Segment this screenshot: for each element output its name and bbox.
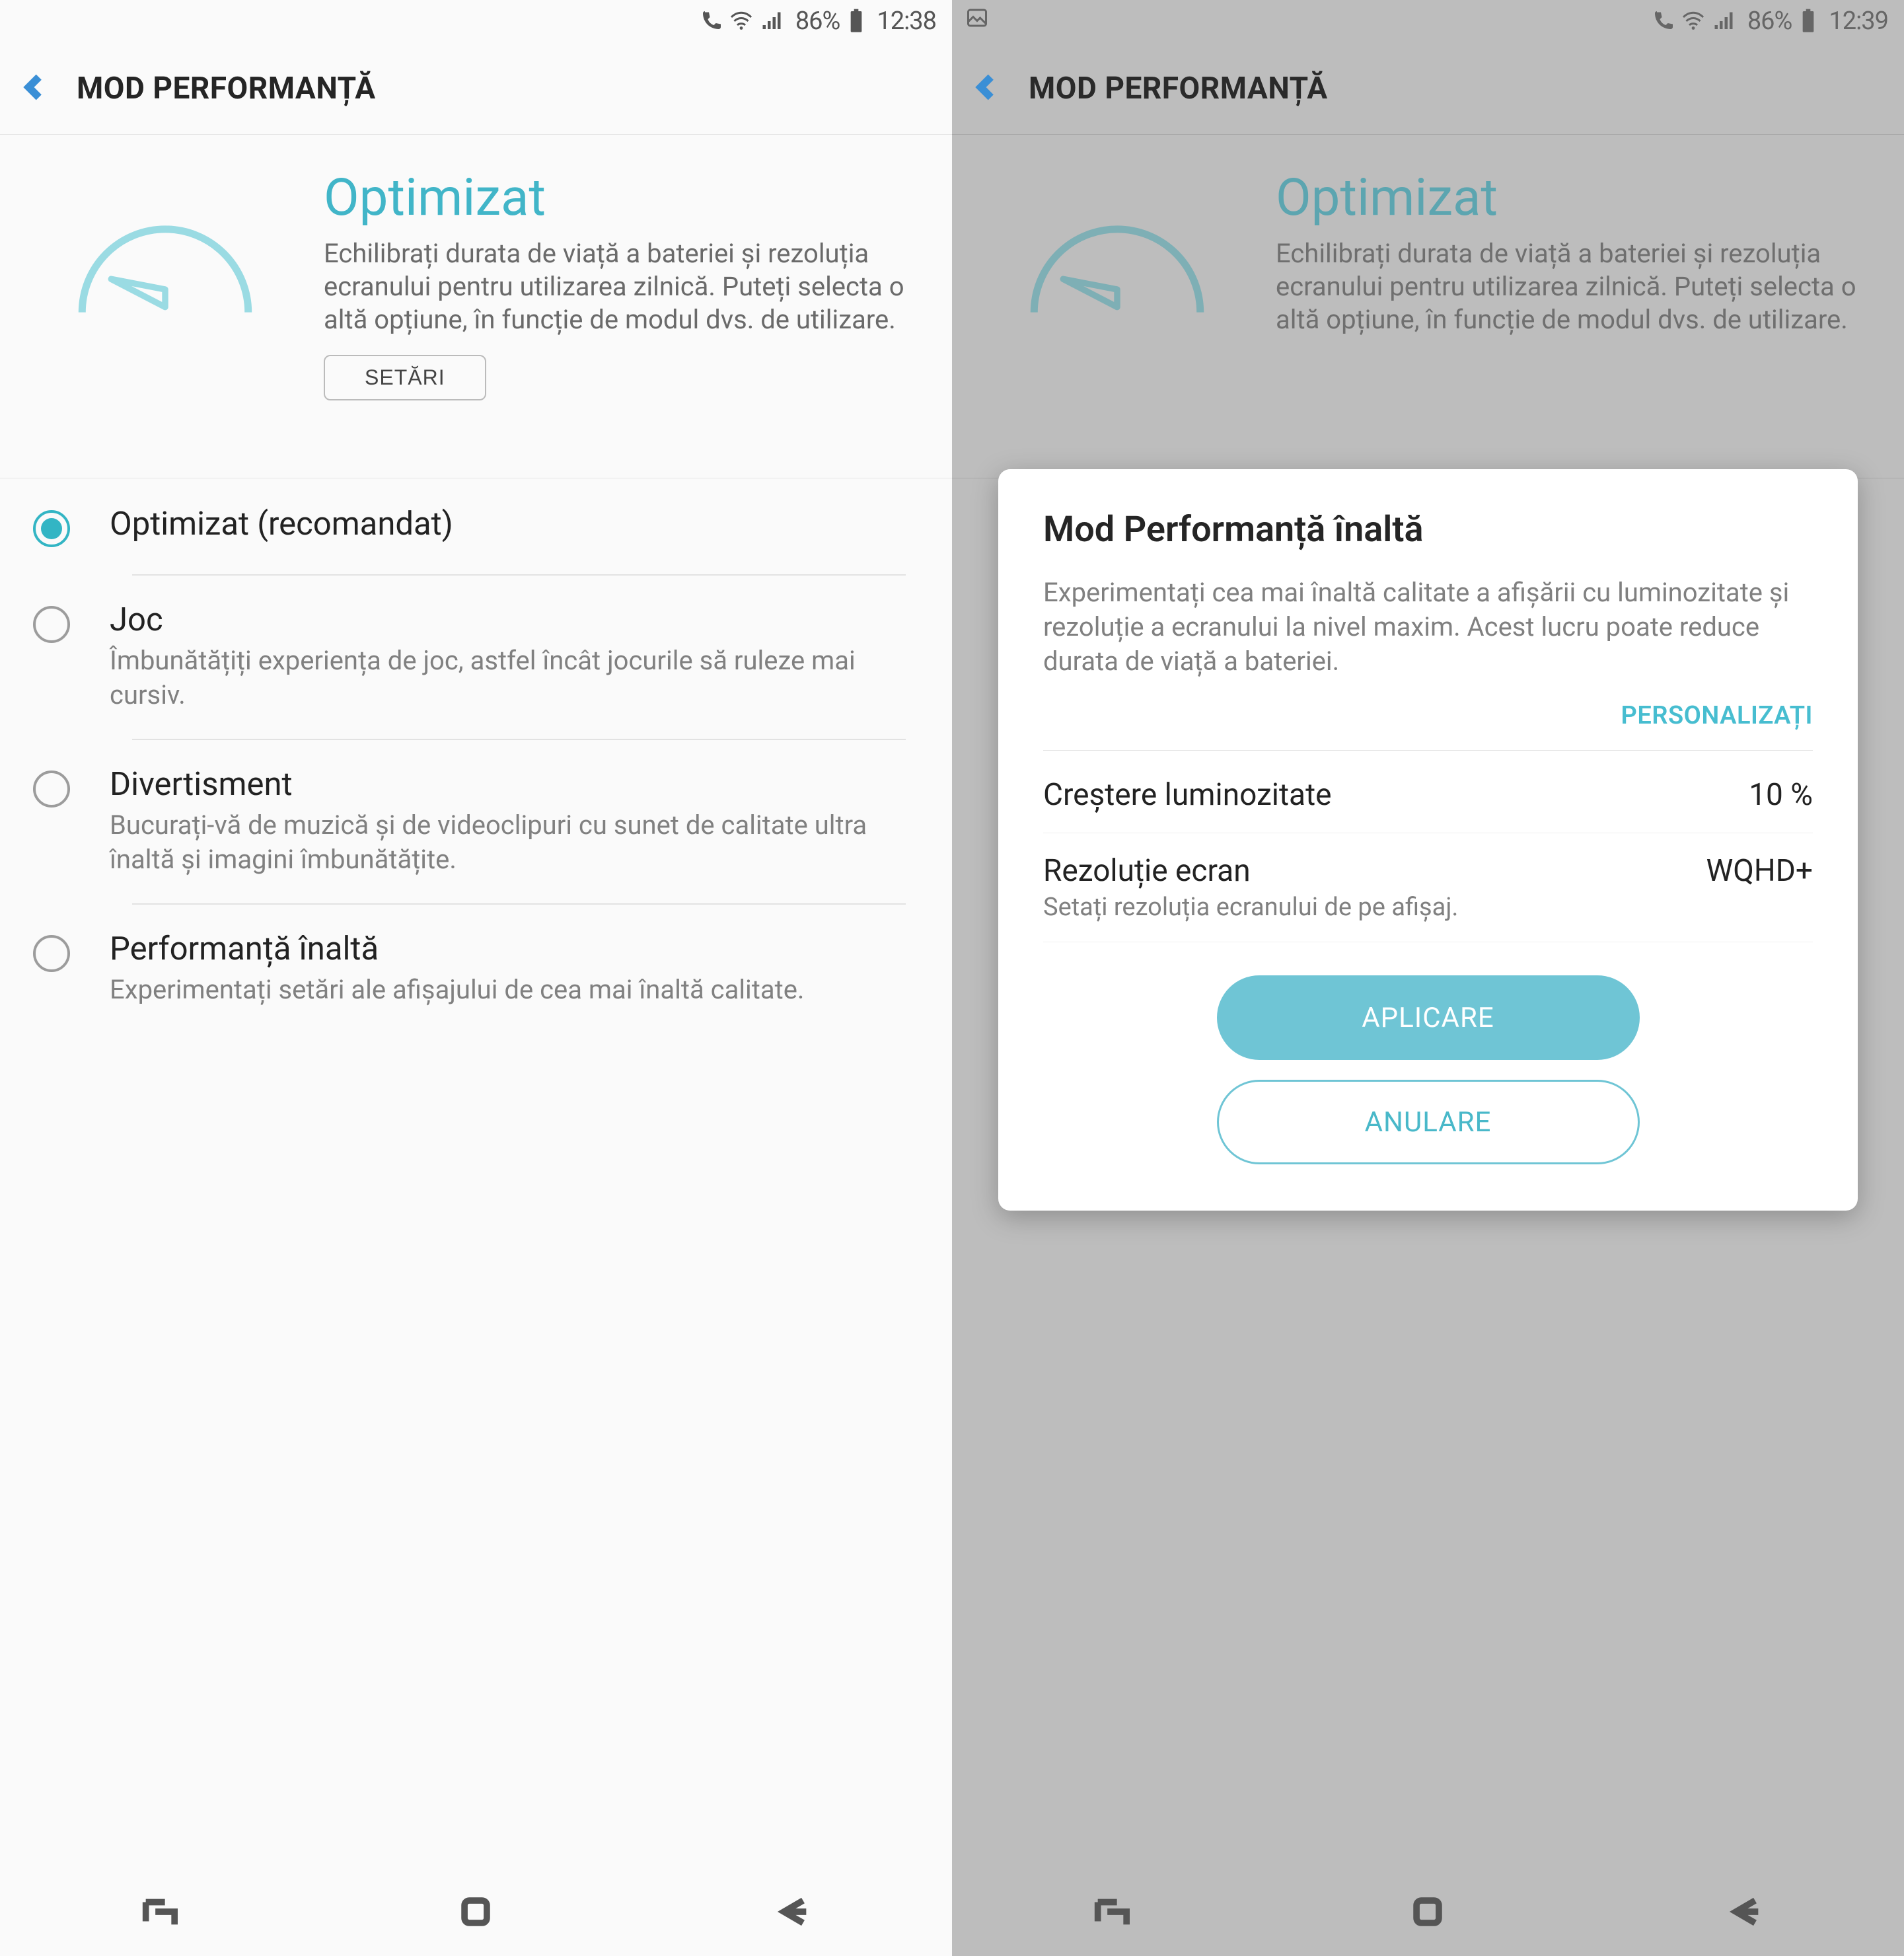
option-title: Joc — [110, 601, 906, 638]
screen-performance-mode: 86% 12:38 MOD PERFORMANȚĂ Optimizat Echi… — [0, 0, 952, 1956]
status-icons — [699, 9, 784, 33]
row-value: WQHD+ — [1706, 853, 1813, 889]
signal-icon — [760, 9, 784, 33]
dialog-description: Experimentați cea mai înaltă calitate a … — [1043, 576, 1813, 679]
option-description: Experimentați setări ale afișajului de c… — [110, 973, 906, 1007]
phone-icon — [699, 9, 723, 33]
option-title: Performanță înaltă — [110, 930, 906, 967]
home-button[interactable] — [1409, 1893, 1447, 1934]
phone-icon — [1651, 9, 1675, 33]
status-icons — [1651, 9, 1736, 33]
image-notification-icon — [965, 6, 989, 36]
page-title: MOD PERFORMANȚĂ — [1029, 71, 1328, 106]
hero-description: Echilibrați durata de viață a bateriei ș… — [1276, 237, 1864, 336]
status-bar: 86% 12:38 — [0, 0, 952, 42]
nav-back-button[interactable] — [1726, 1893, 1765, 1934]
page-title: MOD PERFORMANȚĂ — [77, 71, 376, 106]
battery-percent: 86% — [795, 7, 840, 36]
radio-icon — [33, 510, 70, 547]
status-time: 12:39 — [1829, 7, 1888, 36]
options-list: Optimizat (recomandat) Joc Îmbunătățiți … — [0, 478, 952, 1034]
option-game[interactable]: Joc Îmbunătățiți experiența de joc, astf… — [0, 574, 952, 739]
option-description: Bucurați-vă de muzică și de videoclipuri… — [110, 808, 906, 877]
row-subtext: Setați rezoluția ecranului de pe afișaj. — [1043, 893, 1813, 922]
gauge-icon — [40, 168, 291, 458]
radio-icon — [33, 606, 70, 643]
hero-section: Optimizat Echilibrați durata de viață a … — [0, 135, 952, 478]
chevron-left-icon — [20, 72, 50, 102]
apply-button[interactable]: APLICARE — [1217, 975, 1640, 1060]
app-toolbar: MOD PERFORMANȚĂ — [0, 42, 952, 135]
high-performance-dialog: Mod Performanță înaltă Experimentați cea… — [998, 469, 1858, 1211]
recent-apps-button[interactable] — [1091, 1893, 1130, 1934]
status-time: 12:38 — [877, 7, 936, 36]
screen-performance-mode-dialog: 86% 12:39 MOD PERFORMANȚĂ Optimizat Echi… — [952, 0, 1904, 1956]
battery-icon — [848, 8, 865, 34]
home-button[interactable] — [457, 1893, 495, 1934]
recent-apps-button[interactable] — [139, 1893, 178, 1934]
brightness-row[interactable]: Creștere luminozitate 10 % — [1043, 757, 1813, 833]
nav-bar — [0, 1870, 952, 1956]
wifi-icon — [1681, 9, 1705, 33]
signal-icon — [1712, 9, 1736, 33]
chevron-left-icon — [972, 72, 1002, 102]
radio-icon — [33, 935, 70, 972]
battery-icon — [1800, 8, 1817, 34]
nav-back-button[interactable] — [774, 1893, 813, 1934]
dialog-title: Mod Performanță înaltă — [1043, 509, 1813, 550]
wifi-icon — [729, 9, 753, 33]
hero-description: Echilibrați durata de viață a bateriei ș… — [324, 237, 912, 336]
row-label: Creștere luminozitate — [1043, 777, 1332, 813]
hero-title: Optimizat — [1276, 168, 1864, 228]
hero-title: Optimizat — [324, 168, 912, 228]
nav-bar — [952, 1870, 1904, 1956]
gauge-icon — [992, 168, 1243, 458]
battery-percent: 86% — [1747, 7, 1792, 36]
cancel-button[interactable]: ANULARE — [1217, 1080, 1640, 1164]
app-toolbar: MOD PERFORMANȚĂ — [952, 42, 1904, 135]
option-description: Îmbunătățiți experiența de joc, astfel î… — [110, 644, 906, 712]
option-high-performance[interactable]: Performanță înaltă Experimentați setări … — [0, 903, 952, 1034]
option-optimized[interactable]: Optimizat (recomandat) — [0, 478, 952, 574]
customize-link[interactable]: PERSONALIZAȚI — [1043, 695, 1813, 751]
option-title: Optimizat (recomandat) — [110, 505, 906, 543]
back-button[interactable] — [20, 72, 50, 105]
settings-button[interactable]: SETĂRI — [324, 355, 486, 400]
option-title: Divertisment — [110, 765, 906, 803]
back-button[interactable] — [972, 72, 1002, 105]
radio-icon — [33, 771, 70, 808]
option-entertainment[interactable]: Divertisment Bucurați-vă de muzică și de… — [0, 739, 952, 903]
resolution-row[interactable]: Rezoluție ecran WQHD+ Setați rezoluția e… — [1043, 833, 1813, 942]
row-label: Rezoluție ecran — [1043, 853, 1251, 889]
status-bar: 86% 12:39 — [952, 0, 1904, 42]
hero-section: Optimizat Echilibrați durata de viață a … — [952, 135, 1904, 478]
row-value: 10 % — [1749, 777, 1813, 813]
